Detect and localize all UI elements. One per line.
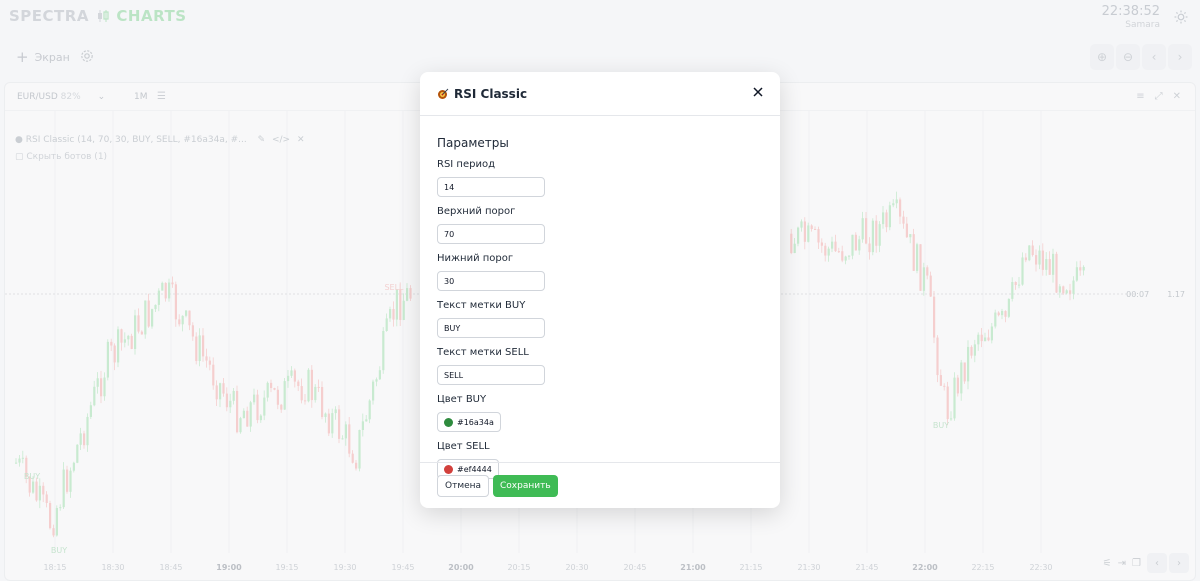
buy-label-text-input[interactable] xyxy=(437,318,545,338)
close-icon[interactable] xyxy=(751,85,765,99)
rsi-settings-modal: RSI Classic Параметры RSI период Верхний… xyxy=(420,72,780,508)
modal-footer: Отмена Сохранить xyxy=(420,462,780,508)
buy-color-label: Цвет BUY xyxy=(437,394,487,405)
sell-color-label: Цвет SELL xyxy=(437,441,490,452)
rsi-bot-icon xyxy=(438,88,449,99)
sell-label-text-input[interactable] xyxy=(437,365,545,385)
lower-threshold-input[interactable] xyxy=(437,271,545,291)
modal-title-text: RSI Classic xyxy=(454,87,528,101)
modal-body: Параметры RSI период Верхний порог Нижни… xyxy=(420,136,780,479)
modal-header: RSI Classic xyxy=(420,72,780,116)
parameters-title: Параметры xyxy=(437,136,509,150)
sell-label-text-label: Текст метки SELL xyxy=(437,347,529,358)
upper-threshold-label: Верхний порог xyxy=(437,206,516,217)
buy-label-text-label: Текст метки BUY xyxy=(437,300,526,311)
buy-color-picker[interactable]: #16a34a xyxy=(437,412,501,432)
rsi-period-input[interactable] xyxy=(437,177,545,197)
buy-color-value: #16a34a xyxy=(457,417,494,427)
cancel-button[interactable]: Отмена xyxy=(437,475,490,497)
modal-title: RSI Classic xyxy=(437,87,527,101)
upper-threshold-input[interactable] xyxy=(437,224,545,244)
lower-threshold-label: Нижний порог xyxy=(437,253,514,264)
save-button[interactable]: Сохранить xyxy=(493,475,558,497)
buy-color-swatch xyxy=(444,417,453,427)
rsi-period-label: RSI период xyxy=(437,159,495,170)
